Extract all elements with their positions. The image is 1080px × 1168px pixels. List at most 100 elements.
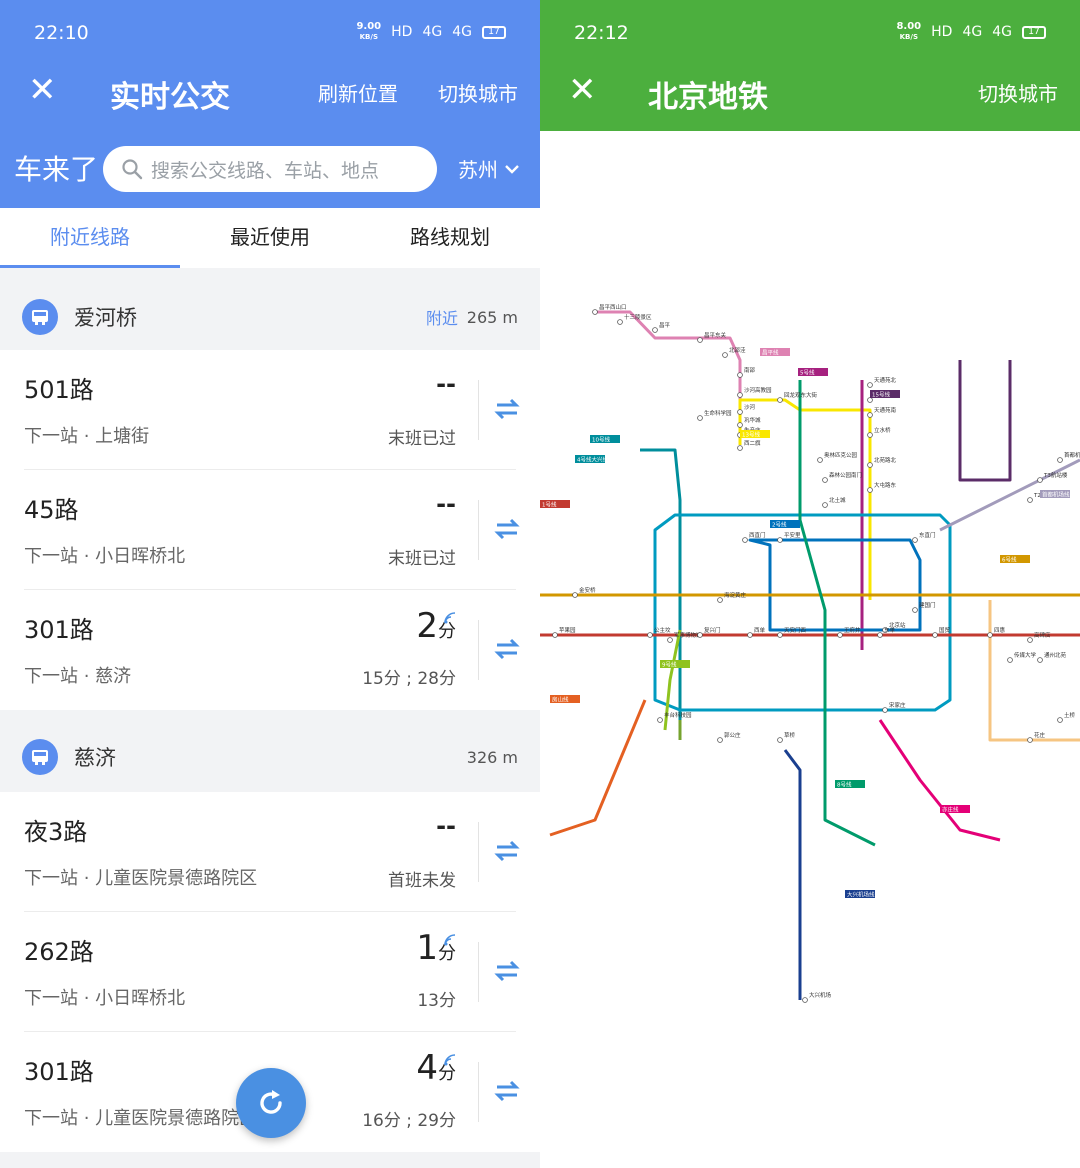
station-label[interactable]: 草桥 [784,731,796,739]
station-dot[interactable] [572,592,578,598]
station-label[interactable]: 西直门 [749,531,766,539]
station-label[interactable]: 西单 [754,626,766,634]
station-dot[interactable] [737,422,743,428]
station-dot[interactable] [737,392,743,398]
station-label[interactable]: 土桥 [1064,711,1076,719]
station-dot[interactable] [1027,637,1033,643]
tab-recent[interactable]: 最近使用 [180,208,360,268]
station-dot[interactable] [652,327,658,333]
station-label[interactable]: 东单 [884,626,896,634]
station-label[interactable]: 国贸 [939,626,951,634]
swap-direction-icon[interactable] [494,1078,520,1104]
station-label[interactable]: 宋家庄 [889,701,906,709]
station-dot[interactable] [822,477,828,483]
station-label[interactable]: 北土城 [829,496,846,504]
station-dot[interactable] [1057,457,1063,463]
station-dot[interactable] [912,607,918,613]
station-label[interactable]: 通州北苑 [1044,651,1067,659]
station-label[interactable]: 大兴机场 [809,991,832,999]
station-dot[interactable] [987,632,993,638]
station-label[interactable]: 回龙观东大街 [784,391,818,399]
tab-nearby-lines[interactable]: 附近线路 [0,208,180,268]
station-dot[interactable] [1007,657,1013,663]
station-dot[interactable] [697,337,703,343]
station-label[interactable]: 海淀黄庄 [724,591,747,599]
station-label[interactable]: 巩华城 [744,416,761,424]
station-label[interactable]: 昌平东关 [704,331,727,339]
route-row[interactable]: 45路 下一站 · 小日晖桥北 -- 末班已过 [0,470,540,590]
station-label[interactable]: 首都机场 [1064,451,1080,459]
station-dot[interactable] [697,632,703,638]
station-label[interactable]: 立水桥 [874,426,891,434]
station-label[interactable]: 奥林匹克公园 [824,451,858,459]
station-label[interactable]: 花庄 [1034,731,1046,739]
swap-direction-icon[interactable] [494,958,520,984]
subway-map[interactable]: 昌平西山口十三陵景区昌平昌平东关北邵洼南邵沙河高教园沙河巩华城朱辛庄生命科学园西… [540,300,1080,1020]
station-dot[interactable] [667,637,673,643]
close-icon[interactable]: ✕ [28,72,57,108]
station-label[interactable]: 生命科学园 [704,409,732,417]
route-row[interactable]: 301路 下一站 · 慈济 2分 15分 ; 28分 [0,590,540,710]
station-dot[interactable] [1027,497,1033,503]
station-dot[interactable] [742,537,748,543]
station-dot[interactable] [722,352,728,358]
station-label[interactable]: 大屯路东 [874,481,897,489]
station-dot[interactable] [552,632,558,638]
stop-header[interactable]: 爱河桥 附近 265 m [0,286,540,348]
station-dot[interactable] [737,409,743,415]
refresh-button[interactable] [236,1068,306,1138]
station-label[interactable]: 苹果园 [559,626,576,634]
station-label[interactable]: 建国门 [919,601,936,609]
station-label[interactable]: 金安桥 [579,586,596,594]
station-dot[interactable] [867,487,873,493]
station-dot[interactable] [1037,477,1043,483]
station-label[interactable]: 昌平 [659,322,671,329]
swap-direction-icon[interactable] [494,396,520,422]
station-label[interactable]: 东直门 [919,531,936,539]
station-label[interactable]: 森林公园南门 [829,471,862,479]
station-dot[interactable] [1027,737,1033,743]
station-label[interactable]: 天通苑北 [874,376,897,384]
station-dot[interactable] [657,717,663,723]
station-label[interactable]: 郭公庄 [724,731,741,739]
station-dot[interactable] [1057,717,1063,723]
station-dot[interactable] [777,537,783,543]
station-label[interactable]: 沙河 [744,403,756,411]
station-dot[interactable] [867,382,873,388]
station-label[interactable]: 南邵 [744,366,756,374]
station-dot[interactable] [777,737,783,743]
station-dot[interactable] [647,632,653,638]
station-label[interactable]: 王府井 [844,626,861,634]
station-label[interactable]: 昌平西山口 [599,303,627,311]
station-dot[interactable] [1037,657,1043,663]
station-dot[interactable] [617,319,623,325]
station-label[interactable]: 北苑路北 [874,456,897,464]
city-selector[interactable]: 苏州 [458,154,520,183]
station-dot[interactable] [717,597,723,603]
route-row[interactable]: 501路 下一站 · 上塘街 -- 末班已过 [0,350,540,470]
station-label[interactable]: 北邵洼 [729,346,746,354]
search-input[interactable]: 搜索公交线路、车站、地点 [103,146,437,192]
station-label[interactable]: T3航站楼 [1043,471,1068,479]
swap-direction-icon[interactable] [494,516,520,542]
station-dot[interactable] [867,412,873,418]
station-dot[interactable] [817,457,823,463]
station-label[interactable]: 高碑店 [1034,631,1051,639]
route-row[interactable]: 262路 下一站 · 小日晖桥北 1分 13分 [0,912,540,1032]
station-dot[interactable] [777,632,783,638]
station-dot[interactable] [592,309,598,315]
station-dot[interactable] [697,415,703,421]
station-dot[interactable] [802,997,808,1003]
station-label[interactable]: 西二旗 [744,439,761,447]
station-label[interactable]: 公主坟 [654,626,671,634]
station-dot[interactable] [737,445,743,451]
station-label[interactable]: 传媒大学 [1014,651,1037,659]
station-dot[interactable] [867,432,873,438]
station-label[interactable]: 沙河高教园 [744,386,772,394]
station-dot[interactable] [747,632,753,638]
station-label[interactable]: 天通苑南 [874,406,897,414]
station-dot[interactable] [882,707,888,713]
station-dot[interactable] [932,632,938,638]
station-label[interactable]: 十三陵景区 [624,313,652,321]
tab-route-planning[interactable]: 路线规划 [360,208,540,268]
